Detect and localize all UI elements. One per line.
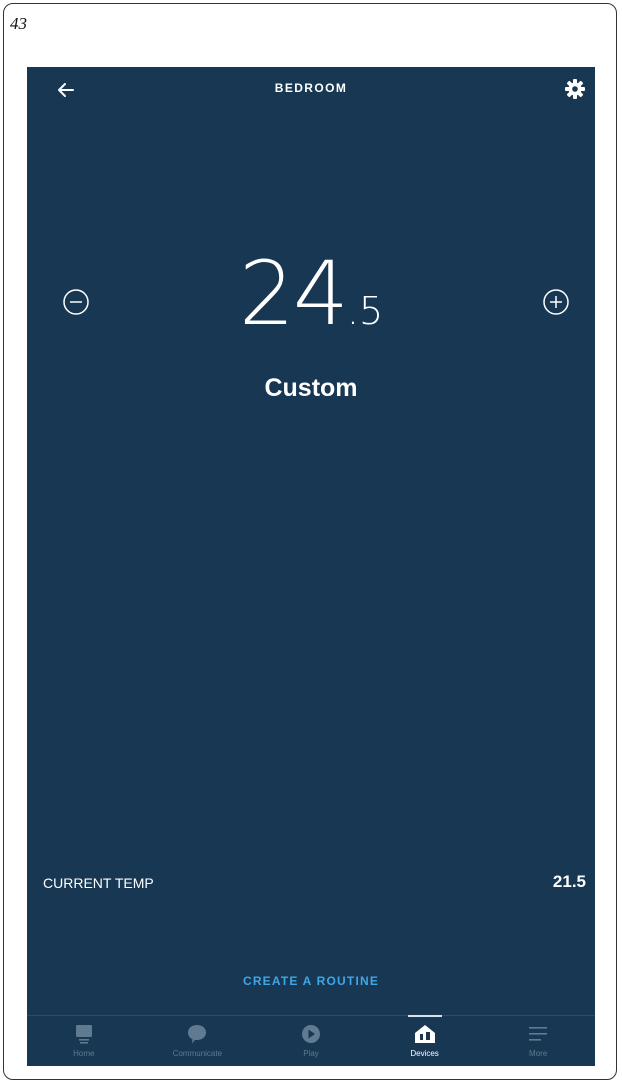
gear-icon <box>565 79 585 99</box>
target-temp-decimal: .5 <box>346 289 384 333</box>
nav-item-communicate[interactable]: Communicate <box>141 1016 255 1066</box>
increase-temp-button[interactable] <box>542 288 570 316</box>
target-temp-whole: 24 <box>238 242 349 345</box>
nav-label-communicate: Communicate <box>172 1049 223 1058</box>
nav-label-more: More <box>529 1049 548 1058</box>
target-temperature: 24.5 <box>27 250 595 338</box>
app-screen: BEDROOM 24.5 Custom CURRENT TEMP 21.5 CR… <box>27 67 595 1066</box>
nav-item-play[interactable]: Play <box>254 1016 368 1066</box>
current-temp-label: CURRENT TEMP <box>43 875 154 891</box>
plus-circle-icon <box>543 289 569 315</box>
page-title: BEDROOM <box>274 81 348 95</box>
nav-label-play: Play <box>303 1049 319 1058</box>
page-number: 43 <box>10 14 27 33</box>
current-temp-value: 21.5 <box>552 872 586 891</box>
nav-label-home: Home <box>73 1049 95 1058</box>
play-icon <box>301 1025 320 1043</box>
speech-bubble-icon <box>188 1025 207 1044</box>
nav-item-devices[interactable]: Devices <box>368 1015 482 1066</box>
home-icon <box>75 1025 92 1044</box>
create-routine-button[interactable]: CREATE A ROUTINE <box>27 974 595 988</box>
top-bar: BEDROOM <box>27 67 595 111</box>
devices-house-icon <box>414 1025 435 1043</box>
thermostat-mode: Custom <box>264 374 358 402</box>
nav-label-devices: Devices <box>410 1049 439 1058</box>
nav-item-more[interactable]: More <box>481 1016 595 1066</box>
nav-item-home[interactable]: Home <box>27 1016 141 1066</box>
menu-lines-icon <box>529 1027 548 1041</box>
bottom-navigation: Home Communicate Play Devices More <box>27 1015 595 1066</box>
settings-button[interactable] <box>564 78 586 100</box>
